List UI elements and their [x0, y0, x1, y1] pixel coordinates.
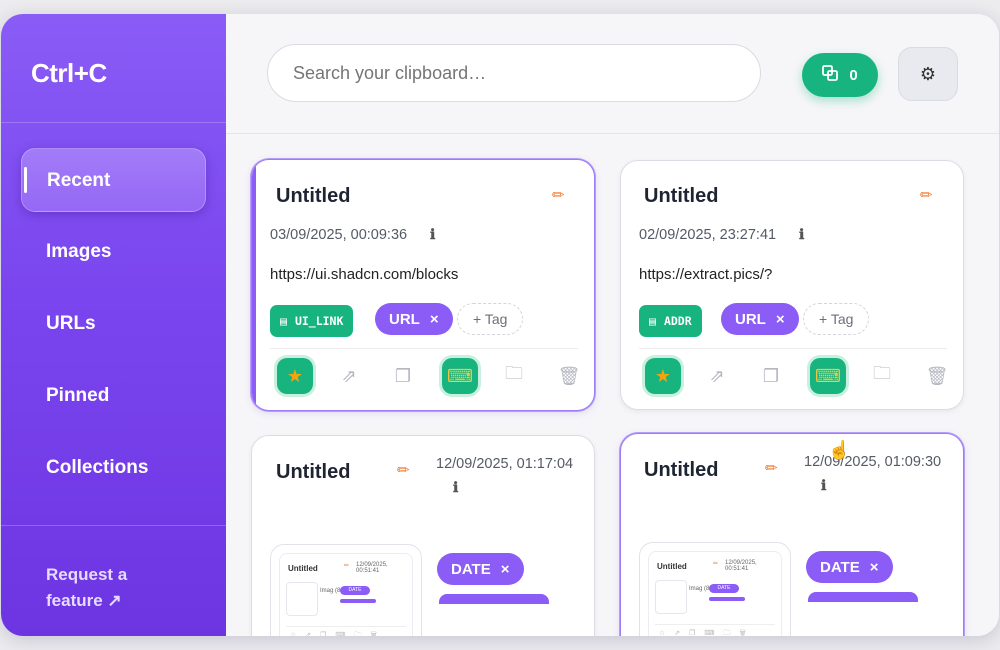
- tag-chip[interactable]: DATE ×: [437, 553, 524, 585]
- card-content: https://extract.pics/?: [639, 266, 773, 283]
- edit-title-icon[interactable]: ✏: [397, 461, 410, 479]
- info-icon[interactable]: ℹ: [821, 477, 826, 494]
- copy-icon: ❐: [762, 365, 780, 386]
- card-date: 12/09/2025, 01:09:30: [804, 454, 942, 470]
- tag-chip[interactable]: DATE ×: [806, 551, 893, 583]
- clip-card[interactable]: Untitled ✏ 02/09/2025, 23:27:41 ℹ https:…: [620, 160, 964, 410]
- pin-star-button[interactable]: ★: [277, 358, 313, 394]
- selection-count-button[interactable]: 0: [802, 53, 878, 97]
- tag-chip[interactable]: URL ×: [721, 303, 799, 335]
- type-tag: ▤ UI_LINK: [270, 305, 354, 337]
- card-date: 12/09/2025, 01:17:04: [436, 456, 574, 472]
- search-input[interactable]: [267, 44, 761, 102]
- keyboard-icon: ⌨: [447, 365, 473, 386]
- card-title: Untitled: [276, 461, 351, 483]
- star-icon: ★: [654, 365, 672, 386]
- multi-select-icon: [822, 64, 839, 86]
- trash-icon: 🗑: [925, 365, 949, 386]
- add-tag-button[interactable]: + Tag: [457, 303, 524, 335]
- edit-title-icon[interactable]: ✏: [920, 186, 933, 204]
- info-icon[interactable]: ℹ: [799, 226, 804, 243]
- external-link-icon: ⇗: [709, 365, 725, 386]
- sidebar-item-images[interactable]: Images: [21, 220, 206, 284]
- open-link-button[interactable]: ⇗: [331, 358, 367, 394]
- external-link-icon: ⇗: [341, 365, 357, 386]
- remove-tag-icon[interactable]: ×: [430, 311, 439, 328]
- sidebar-item-urls[interactable]: URLs: [21, 292, 206, 356]
- copy-icon: ❐: [394, 365, 412, 386]
- sidebar-item-collections[interactable]: Collections: [21, 436, 206, 500]
- card-content: https://ui.shadcn.com/blocks: [270, 266, 459, 283]
- selection-count: 0: [849, 66, 858, 84]
- edit-title-icon[interactable]: ✏: [552, 186, 565, 204]
- add-tag-button[interactable]: + Tag: [803, 303, 870, 335]
- card-title: Untitled: [276, 185, 351, 207]
- clip-card[interactable]: Untitled ✏ 03/09/2025, 00:09:36 ℹ https:…: [251, 159, 595, 411]
- tag-chip-partial: [808, 592, 918, 602]
- card-date: 03/09/2025, 00:09:36: [270, 227, 408, 243]
- request-feature-link[interactable]: Request a feature ↗: [46, 562, 186, 614]
- keyboard-icon: ▤: [280, 314, 287, 328]
- folder-icon: 🗀: [873, 363, 891, 383]
- info-icon[interactable]: ℹ: [453, 479, 458, 496]
- clip-card[interactable]: Untitled ✏ 12/09/2025, 01:17:04 ℹ Untitl…: [251, 435, 595, 636]
- sidebar-item-pinned[interactable]: Pinned: [21, 364, 206, 428]
- remove-tag-icon[interactable]: ×: [501, 561, 510, 578]
- hand-cursor-icon: ☝: [828, 440, 851, 460]
- tag-chip-partial: [439, 594, 549, 604]
- tag-chip[interactable]: URL ×: [375, 303, 453, 335]
- sidebar-divider: [1, 525, 226, 526]
- card-title: Untitled: [644, 185, 719, 207]
- star-icon: ★: [286, 365, 304, 386]
- type-tag: ▤ ADDR: [639, 305, 702, 337]
- info-icon[interactable]: ℹ: [430, 226, 435, 243]
- clip-card[interactable]: Untitled ✏ 12/09/2025, 01:09:30 ℹ Untitl…: [620, 433, 964, 636]
- copy-button[interactable]: ❐: [753, 358, 789, 394]
- open-link-button[interactable]: ⇗: [699, 358, 735, 394]
- card-title: Untitled: [644, 459, 719, 481]
- delete-button[interactable]: 🗑: [919, 358, 955, 394]
- folder-icon: 🗀: [505, 363, 523, 383]
- delete-button[interactable]: 🗑: [551, 358, 587, 394]
- shortcut-button[interactable]: ⌨: [442, 358, 478, 394]
- app-window: Ctrl+C Recent Images URLs Pinned Collect…: [1, 14, 999, 636]
- pin-star-button[interactable]: ★: [645, 358, 681, 394]
- copy-button[interactable]: ❐: [385, 358, 421, 394]
- card-divider: [639, 348, 947, 349]
- header-divider: [226, 133, 999, 134]
- main-area: 0 ⚙ Untitled ✏ 03/09/2025, 00:09:36 ℹ ht…: [226, 14, 999, 636]
- collection-button[interactable]: 🗀: [864, 358, 900, 394]
- thumbnail-preview: Untitled ✏ 12/09/2025, 00:51:41 Imag (82…: [648, 551, 782, 636]
- image-thumbnail[interactable]: Untitled ✏ 12/09/2025, 00:51:41 Imag (82…: [639, 542, 791, 636]
- brand-logo: Ctrl+C: [31, 58, 107, 88]
- collection-button[interactable]: 🗀: [496, 358, 532, 394]
- remove-tag-icon[interactable]: ×: [776, 311, 785, 328]
- trash-icon: 🗑: [557, 365, 581, 386]
- sidebar-item-recent[interactable]: Recent: [21, 148, 206, 212]
- remove-tag-icon[interactable]: ×: [870, 559, 879, 576]
- settings-button[interactable]: ⚙: [898, 47, 958, 101]
- keyboard-icon: ⌨: [815, 365, 841, 386]
- thumbnail-preview: Untitled ✏ 12/09/2025, 00:51:41 Imag (82…: [279, 553, 413, 636]
- shortcut-button[interactable]: ⌨: [810, 358, 846, 394]
- image-thumbnail[interactable]: Untitled ✏ 12/09/2025, 00:51:41 Imag (82…: [270, 544, 422, 636]
- gear-icon: ⚙: [919, 63, 937, 84]
- sidebar: Ctrl+C Recent Images URLs Pinned Collect…: [1, 14, 226, 636]
- edit-title-icon[interactable]: ✏: [765, 459, 778, 477]
- sidebar-divider: [1, 122, 226, 123]
- keyboard-icon: ▤: [649, 314, 656, 328]
- card-divider: [270, 348, 578, 349]
- card-date: 02/09/2025, 23:27:41: [639, 227, 777, 243]
